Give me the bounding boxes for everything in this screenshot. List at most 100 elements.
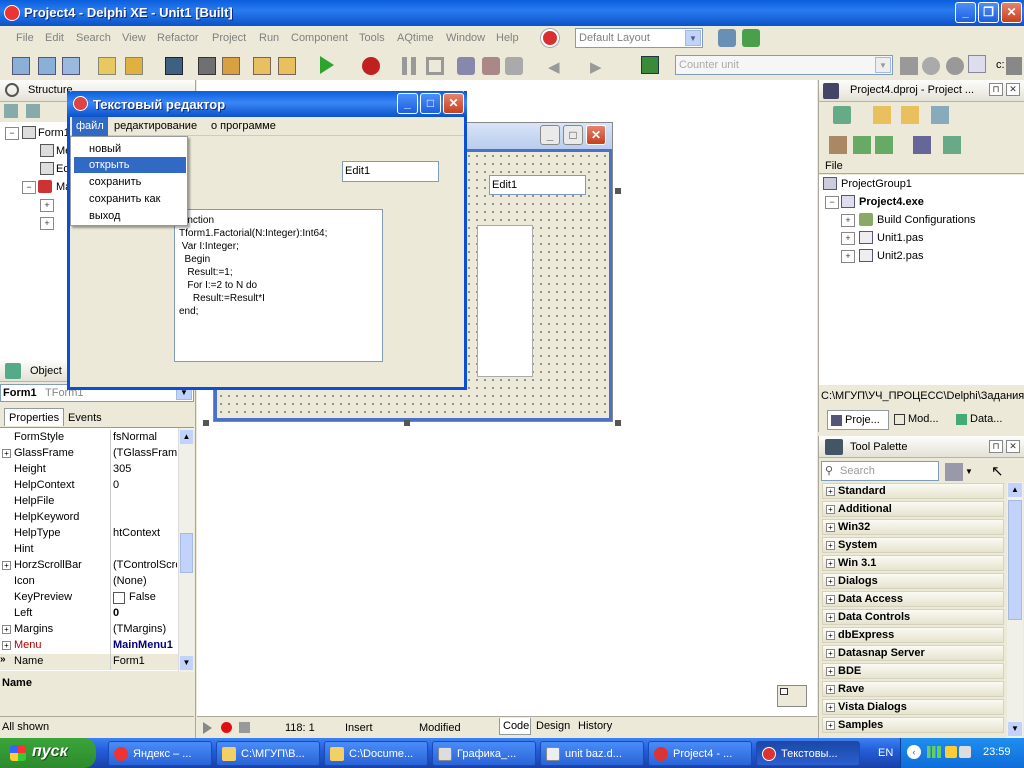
scroll-down-icon[interactable]: ▼ [1008, 722, 1022, 736]
expand-icon[interactable]: + [826, 649, 835, 658]
volume-icon[interactable] [959, 746, 971, 758]
back-arrow-icon[interactable]: ◀ [548, 58, 560, 76]
toggle-icon[interactable] [946, 57, 964, 75]
pause-icon[interactable] [402, 57, 416, 75]
column-divider[interactable] [110, 606, 111, 622]
new-project-icon[interactable] [873, 106, 891, 124]
tree-item-build-configurations[interactable]: Build Configurations [877, 214, 975, 226]
open-icon[interactable] [98, 57, 116, 75]
column-divider[interactable] [110, 494, 111, 510]
close-icon[interactable]: ✕ [1006, 440, 1020, 453]
save-desktop-icon[interactable] [718, 29, 736, 47]
stop-icon[interactable] [426, 57, 444, 75]
tree-item-unit1[interactable]: Unit1.pas [877, 232, 923, 244]
task-yandex[interactable]: Яндекс – ... [108, 741, 212, 766]
zoom-icon[interactable]: c: [996, 59, 1005, 71]
open-project-icon[interactable] [125, 57, 143, 75]
selection-handle[interactable] [615, 420, 621, 426]
palette-search-input[interactable]: ⚲ Search [821, 461, 939, 481]
column-divider[interactable] [110, 590, 111, 606]
collapse-icon[interactable]: − [5, 127, 19, 140]
palette-category[interactable]: + Standard [822, 483, 1004, 499]
new-icon[interactable] [38, 57, 56, 75]
menu-file[interactable]: File [16, 32, 34, 44]
property-row[interactable]: + Menu MainMenu1 [0, 638, 194, 654]
expand-icon[interactable]: + [826, 595, 835, 604]
toolbar-more-icon[interactable] [1006, 57, 1022, 75]
step-over-icon[interactable] [482, 57, 500, 75]
book-icon[interactable] [641, 56, 659, 74]
sort-icon[interactable] [943, 136, 961, 154]
property-value[interactable]: Form1 [113, 655, 177, 667]
designer-memo[interactable] [477, 225, 533, 377]
column-divider[interactable] [110, 622, 111, 638]
column-divider[interactable] [110, 510, 111, 526]
tab-history[interactable]: History [575, 718, 619, 735]
palette-category[interactable]: + BDE [822, 663, 1004, 679]
property-row[interactable]: HelpKeyword [0, 510, 194, 526]
property-value[interactable]: htContext [113, 527, 177, 539]
chevron-down-icon[interactable]: ▼ [965, 467, 973, 476]
palette-category[interactable]: + Data Access [822, 591, 1004, 607]
file-column-header[interactable]: File [819, 158, 1024, 174]
menu-about[interactable]: о программе [211, 120, 276, 132]
new-items-icon[interactable] [12, 57, 30, 75]
chevron-down-icon[interactable]: ▼ [685, 30, 701, 46]
palette-scrollbar[interactable]: ▲ ▼ [1007, 482, 1023, 738]
tab-project[interactable]: Proje... [827, 410, 889, 430]
menu-item-open[interactable]: открыть [74, 157, 186, 173]
start-button[interactable]: пуск [0, 738, 96, 768]
palette-category[interactable]: + System [822, 537, 1004, 553]
expand-icon[interactable]: + [2, 641, 11, 650]
property-row[interactable]: Hint [0, 542, 194, 558]
palette-category[interactable]: + dbExpress [822, 627, 1004, 643]
expand-all-icon[interactable] [853, 136, 871, 154]
set-debug-desktop-icon[interactable] [742, 29, 760, 47]
scroll-thumb[interactable] [1008, 500, 1022, 620]
palette-category[interactable]: + Vista Dialogs [822, 699, 1004, 715]
column-divider[interactable] [110, 478, 111, 494]
signal-icon[interactable] [927, 746, 941, 758]
property-row[interactable]: Height 305 [0, 462, 194, 478]
menu-item-save-as[interactable]: сохранить как [71, 191, 187, 207]
tree-item-project-exe[interactable]: Project4.exe [859, 196, 924, 208]
designer-edit1[interactable]: Edit1 [489, 175, 586, 195]
menu-view[interactable]: View [122, 32, 146, 44]
close-button[interactable]: ✕ [443, 93, 464, 114]
expand-icon[interactable]: + [826, 577, 835, 586]
menu-item-exit[interactable]: выход [71, 208, 187, 224]
folder-icon[interactable] [26, 104, 40, 118]
menu-window[interactable]: Window [446, 32, 485, 44]
expand-icon[interactable]: + [826, 523, 835, 532]
property-value[interactable]: (None) [113, 575, 177, 587]
save-all-icon[interactable] [198, 57, 216, 75]
save-icon[interactable] [165, 57, 183, 75]
expand-icon[interactable]: + [826, 667, 835, 676]
expand-icon[interactable]: + [2, 449, 11, 458]
stop-macro-icon[interactable] [239, 722, 250, 733]
scroll-up-icon[interactable]: ▲ [1008, 483, 1022, 497]
expand-icon[interactable]: + [826, 541, 835, 550]
task-folder-documents[interactable]: C:\Docume... [324, 741, 428, 766]
selection-handle[interactable] [203, 420, 209, 426]
restore-button[interactable]: ❐ [978, 2, 999, 23]
add-to-project-icon[interactable] [253, 57, 271, 75]
counter-unit-combo[interactable]: Counter unit ▼ [675, 55, 893, 75]
tree-item-unit2[interactable]: Unit2.pas [877, 250, 923, 262]
selection-handle[interactable] [615, 188, 621, 194]
palette-category[interactable]: + Win32 [822, 519, 1004, 535]
menu-refactor[interactable]: Refactor [157, 32, 199, 44]
menu-search[interactable]: Search [76, 32, 111, 44]
expand-icon[interactable]: + [826, 631, 835, 640]
menu-project[interactable]: Project [212, 32, 246, 44]
expand-icon[interactable]: + [826, 703, 835, 712]
mouse-pointer-icon[interactable]: ↖ [991, 462, 1004, 480]
tree-item-projectgroup[interactable]: ProjectGroup1 [841, 178, 912, 190]
menu-item-new[interactable]: новый [71, 141, 187, 157]
column-divider[interactable] [110, 446, 111, 462]
tree-item-form1[interactable]: Form1 [38, 127, 70, 139]
menu-help[interactable]: Help [496, 32, 519, 44]
property-row[interactable]: HelpContext 0 [0, 478, 194, 494]
expand-icon[interactable]: + [2, 625, 11, 634]
palette-category[interactable]: + Dialogs [822, 573, 1004, 589]
